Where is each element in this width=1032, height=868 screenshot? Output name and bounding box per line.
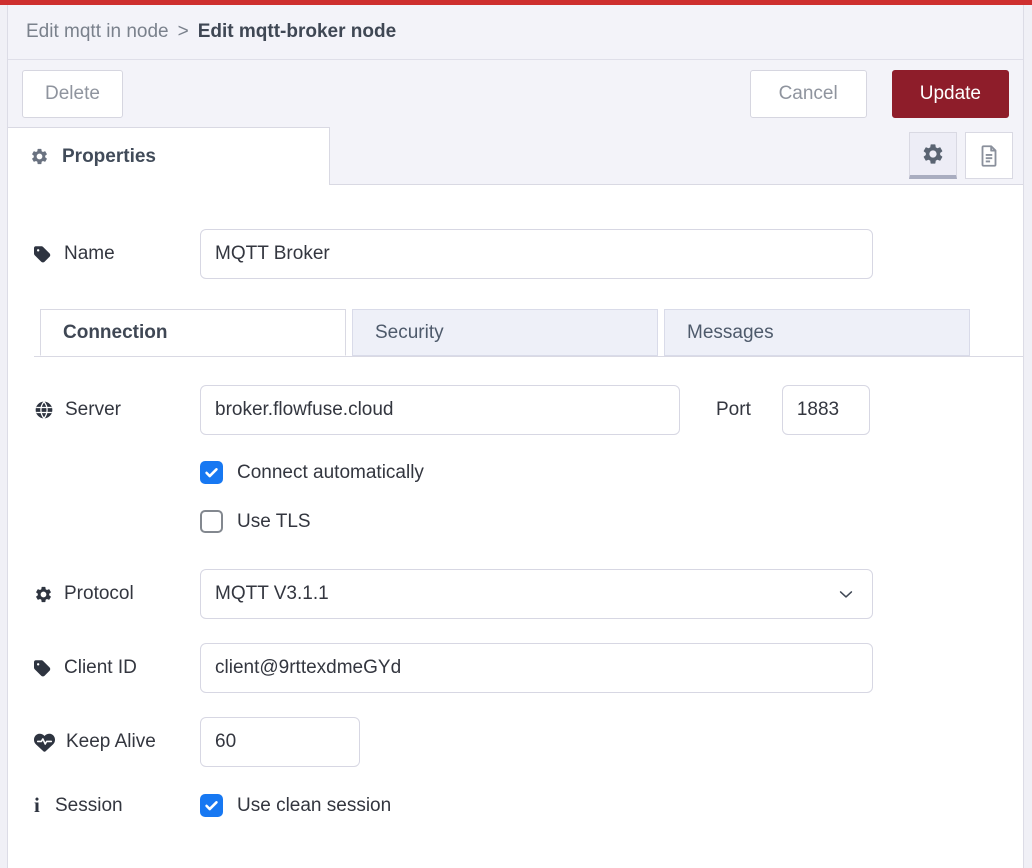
tab-properties[interactable]: Properties [8,127,330,185]
left-edge-strip [0,5,8,868]
tab-connection[interactable]: Connection [40,309,346,356]
edit-node-dialog: Edit mqtt in node > Edit mqtt-broker nod… [8,5,1023,868]
keep-alive-row: Keep Alive [34,717,1023,767]
breadcrumb-separator: > [178,21,189,43]
globe-icon [34,400,54,420]
breadcrumb-parent[interactable]: Edit mqtt in node [26,21,169,43]
gear-icon [921,142,945,166]
port-label: Port [716,399,751,421]
tab-messages[interactable]: Messages [664,309,970,356]
tab-properties-label: Properties [62,146,156,168]
server-row: Server Port [34,385,1023,435]
port-input[interactable] [782,385,870,435]
breadcrumb-current: Edit mqtt-broker node [198,21,396,43]
use-tls-label: Use TLS [237,511,311,533]
dialog-header: Edit mqtt in node > Edit mqtt-broker nod… [8,5,1023,60]
delete-button[interactable]: Delete [22,70,123,118]
use-tls-checkbox[interactable] [200,510,223,533]
connect-auto-checkbox[interactable] [200,461,223,484]
tag-icon [34,659,53,678]
clean-session-checkbox[interactable] [200,794,223,817]
broker-tabs: Connection Security Messages [34,309,1023,357]
client-id-label: Client ID [34,657,200,679]
document-icon [976,143,1002,169]
name-input[interactable] [200,229,873,279]
connect-auto-label: Connect automatically [237,462,424,484]
gear-icon [30,147,49,166]
editor-tabbar: Properties [8,127,1023,185]
client-id-input[interactable] [200,643,873,693]
chevron-down-icon [836,584,856,604]
protocol-selected-value: MQTT V3.1.1 [215,583,329,605]
description-view-button[interactable] [965,132,1013,179]
keep-alive-label: Keep Alive [34,731,200,753]
connect-auto-row: Connect automatically [34,461,1023,484]
clean-session-label: Use clean session [237,795,391,817]
keep-alive-input[interactable] [200,717,360,767]
server-label: Server [34,399,200,421]
info-icon: i [34,795,44,816]
tag-icon [34,245,53,264]
protocol-label: Protocol [34,583,200,605]
name-row: Name [34,229,1023,279]
use-tls-row: Use TLS [34,510,1023,533]
session-label: i Session [34,795,200,817]
cancel-button[interactable]: Cancel [750,70,867,118]
right-edge-strip [1023,5,1032,868]
node-properties-form: Name Connection Security Messages [8,185,1023,868]
client-id-row: Client ID [34,643,1023,693]
dialog-toolbar: Delete Cancel Update [8,60,1023,127]
server-input[interactable] [200,385,680,435]
protocol-row: Protocol MQTT V3.1.1 [34,569,1023,619]
protocol-select[interactable]: MQTT V3.1.1 [200,569,873,619]
heartbeat-icon [34,732,55,753]
properties-view-button[interactable] [909,132,957,179]
session-row: i Session Use clean session [34,794,1023,817]
gear-icon [34,585,53,604]
tab-security[interactable]: Security [352,309,658,356]
name-label: Name [34,243,200,265]
update-button[interactable]: Update [892,70,1009,118]
